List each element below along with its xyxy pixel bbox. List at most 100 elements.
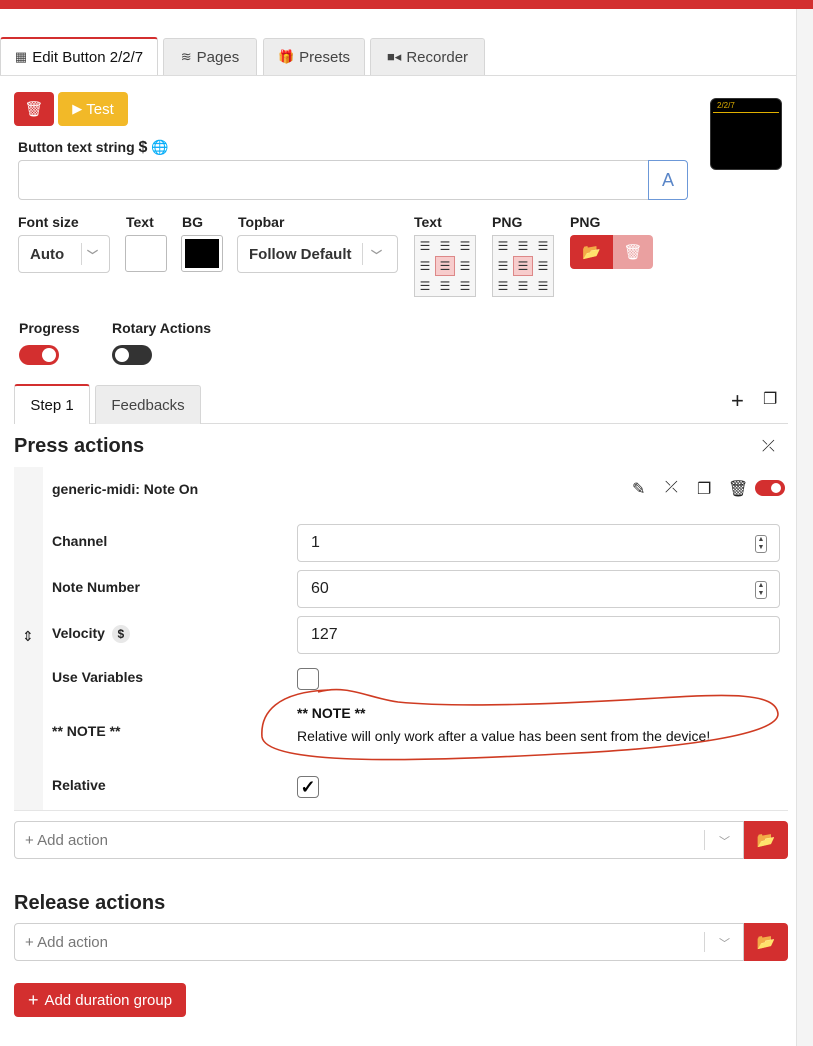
align-left-middle-icon[interactable]: ☰ bbox=[493, 256, 513, 276]
align-left-top-icon[interactable]: ☰ bbox=[493, 236, 513, 256]
bg-color-label: BG bbox=[182, 214, 203, 230]
main-tabs: ▦ Edit Button 2/2/7 ≋ Pages 🎁 Presets ■◂… bbox=[0, 37, 796, 76]
topbar-select[interactable]: Follow Default ﹀ bbox=[237, 235, 398, 273]
note-number-label: Note Number bbox=[52, 579, 140, 595]
align-left-bottom-icon[interactable]: ☰ bbox=[415, 276, 435, 296]
align-right-middle-icon[interactable]: ☰ bbox=[455, 256, 475, 276]
topbar-label: Topbar bbox=[238, 214, 285, 230]
browse-release-actions-button[interactable]: 📂 bbox=[744, 923, 788, 961]
align-center-middle-icon[interactable]: ☰ bbox=[513, 256, 533, 276]
png-open-button[interactable]: 📂 bbox=[570, 235, 613, 269]
trash-icon: 🗑 bbox=[623, 244, 643, 261]
relative-label: Relative bbox=[52, 777, 106, 793]
add-press-action-select[interactable]: + Add action ﹀ bbox=[14, 821, 744, 859]
tab-presets[interactable]: 🎁 Presets bbox=[263, 38, 365, 75]
rotary-actions-label: Rotary Actions bbox=[112, 320, 212, 336]
release-actions-title: Release actions bbox=[14, 892, 166, 914]
text-color-swatch[interactable] bbox=[125, 235, 167, 272]
add-release-action-select[interactable]: + Add action ﹀ bbox=[14, 923, 744, 961]
png-alignment-grid: ☰ ☰ ☰ ☰ ☰ ☰ ☰ ☰ ☰ bbox=[492, 235, 554, 297]
note-heading-label: ** NOTE ** bbox=[52, 723, 121, 739]
video-camera-icon: ■◂ bbox=[386, 49, 402, 64]
png-delete-button[interactable]: 🗑 bbox=[613, 235, 653, 269]
card-border bbox=[14, 810, 788, 811]
bg-color-swatch[interactable] bbox=[181, 235, 223, 272]
add-action-placeholder: + Add action bbox=[25, 832, 108, 849]
toggle-knob bbox=[771, 483, 781, 493]
align-right-top-icon[interactable]: ☰ bbox=[455, 236, 475, 256]
rotary-actions-toggle[interactable] bbox=[112, 345, 152, 365]
copy-icon[interactable]: ❐ bbox=[697, 479, 711, 499]
align-right-bottom-icon[interactable]: ☰ bbox=[455, 276, 475, 296]
align-right-bottom-icon[interactable]: ☰ bbox=[533, 276, 553, 296]
calculator-icon: ▦ bbox=[14, 49, 28, 64]
note-number-value: 60 bbox=[311, 580, 329, 597]
preview-topbar-line bbox=[713, 112, 779, 113]
action-enabled-toggle[interactable] bbox=[755, 480, 785, 496]
scrollbar[interactable] bbox=[796, 9, 813, 1046]
tab-step-1[interactable]: Step 1 bbox=[14, 384, 90, 424]
velocity-input[interactable]: 127 bbox=[297, 616, 780, 654]
align-left-top-icon[interactable]: ☰ bbox=[415, 236, 435, 256]
delete-button[interactable]: 🗑 bbox=[14, 92, 54, 126]
tab-edit-button[interactable]: ▦ Edit Button 2/2/7 bbox=[0, 37, 158, 75]
align-center-top-icon[interactable]: ☰ bbox=[435, 236, 455, 256]
dollar-icon: $ bbox=[111, 625, 130, 643]
chevron-down-icon: ﹀ bbox=[371, 250, 382, 262]
align-center-bottom-icon[interactable]: ☰ bbox=[435, 276, 455, 296]
select-separator bbox=[81, 243, 82, 265]
collapse-icon[interactable]: ⤫ bbox=[665, 479, 678, 497]
select-separator bbox=[362, 243, 363, 265]
relative-checkbox[interactable]: ✓ bbox=[297, 776, 319, 798]
tab-label: Edit Button 2/2/7 bbox=[32, 48, 144, 66]
button-text-label: Button text string $ 🌐 bbox=[18, 139, 169, 156]
action-title: generic-midi: Note On bbox=[52, 481, 199, 497]
trash-icon[interactable]: 🗑 bbox=[728, 479, 748, 499]
tab-pages[interactable]: ≋ Pages bbox=[163, 38, 257, 75]
font-icon-button[interactable]: A bbox=[648, 160, 688, 200]
progress-toggle[interactable] bbox=[19, 345, 59, 365]
pencil-icon[interactable]: ✎ bbox=[632, 479, 645, 499]
align-right-top-icon[interactable]: ☰ bbox=[533, 236, 553, 256]
collapse-all-icon[interactable]: ⤫ bbox=[762, 438, 775, 456]
copy-icon[interactable]: ❐ bbox=[763, 389, 777, 409]
align-left-bottom-icon[interactable]: ☰ bbox=[493, 276, 513, 296]
channel-label: Channel bbox=[52, 533, 108, 549]
chevron-down-icon: ﹀ bbox=[719, 938, 730, 950]
align-center-middle-icon[interactable]: ☰ bbox=[435, 256, 455, 276]
add-duration-group-button[interactable]: + Add duration group bbox=[14, 983, 186, 1017]
test-button[interactable]: ▶ Test bbox=[58, 92, 128, 126]
channel-input[interactable]: 1 ▲ ▼ bbox=[297, 524, 780, 562]
toggle-knob bbox=[42, 348, 56, 362]
align-center-top-icon[interactable]: ☰ bbox=[513, 236, 533, 256]
gift-icon: 🎁 bbox=[277, 49, 295, 64]
button-text-input[interactable] bbox=[18, 160, 649, 200]
progress-label: Progress bbox=[19, 320, 80, 336]
align-right-middle-icon[interactable]: ☰ bbox=[533, 256, 553, 276]
select-separator bbox=[704, 830, 705, 850]
reorder-handle-icon[interactable]: ⇕ bbox=[22, 628, 34, 645]
font-size-select[interactable]: Auto ﹀ bbox=[18, 235, 110, 273]
browse-press-actions-button[interactable]: 📂 bbox=[744, 821, 788, 859]
tab-recorder[interactable]: ■◂ Recorder bbox=[370, 38, 485, 75]
align-center-bottom-icon[interactable]: ☰ bbox=[513, 276, 533, 296]
select-separator bbox=[704, 932, 705, 952]
note-number-input[interactable]: 60 ▲ ▼ bbox=[297, 570, 780, 608]
use-variables-label: Use Variables bbox=[52, 669, 144, 685]
align-left-middle-icon[interactable]: ☰ bbox=[415, 256, 435, 276]
bg-color-fill bbox=[185, 239, 219, 268]
tab-feedbacks[interactable]: Feedbacks bbox=[95, 385, 201, 424]
annotation-circle bbox=[261, 688, 779, 761]
add-action-placeholder: + Add action bbox=[25, 934, 108, 951]
top-accent-bar bbox=[0, 0, 813, 9]
spinner-icon[interactable]: ▲ ▼ bbox=[755, 535, 767, 553]
text-align-label: Text bbox=[414, 214, 442, 230]
font-a-icon: A bbox=[661, 169, 674, 190]
folder-open-icon: 📂 bbox=[756, 934, 776, 951]
tab-label: Pages bbox=[196, 48, 240, 66]
folder-open-icon: 📂 bbox=[756, 832, 776, 849]
spinner-icon[interactable]: ▲ ▼ bbox=[755, 581, 767, 599]
globe-icon: 🌐 bbox=[151, 139, 169, 155]
add-step-icon[interactable]: + bbox=[731, 388, 744, 414]
button-preview: 2/2/7 bbox=[710, 98, 782, 170]
